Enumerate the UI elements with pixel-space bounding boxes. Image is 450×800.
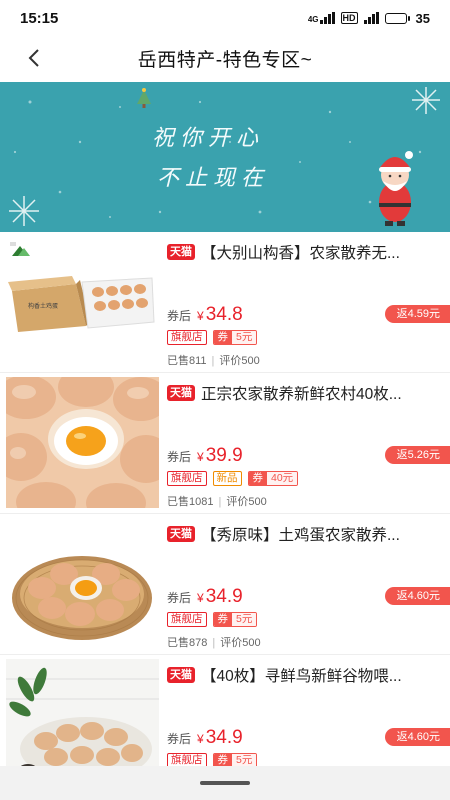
coupon-prefix: 券 [248,472,267,485]
status-icons: 4G HD 35 [308,11,430,26]
rebate-badge: 返4.60元 [384,728,450,746]
meta-divider: | [218,496,222,508]
coupon-badge[interactable]: 券 5元 [212,330,258,345]
product-info: 天猫 正宗农家散养新鲜农村40枚... 券后 ¥ 39.9 返5.26元 旗舰店… [167,373,450,514]
home-indicator[interactable] [0,766,450,800]
status-time: 15:15 [20,9,59,27]
product-image [6,377,159,508]
product-title[interactable]: 【40枚】寻鲜鸟新鲜谷物喂... [201,664,402,686]
coupon-value: 5元 [232,613,257,626]
store-tag: 旗舰店 [167,612,207,627]
promo-banner[interactable]: 祝你开心 不止现在 [0,82,450,232]
rebate-badge: 返4.60元 [384,587,450,605]
meta-divider: | [212,637,216,649]
coupon-badge[interactable]: 券 5元 [212,612,258,627]
coupon-prefix: 券 [213,331,232,344]
banner-line2: 不止现在 [157,166,270,191]
price-row: 券后 ¥ 34.9 [167,727,243,749]
status-bar: 15:15 4G HD 35 [0,0,450,36]
product-card[interactable]: 天猫 【秀原味】土鸡蛋农家散养... 券后 ¥ 34.9 返4.60元 旗舰店 … [0,514,450,655]
store-tag: 旗舰店 [167,471,207,486]
svg-text:构香土鸡蛋: 构香土鸡蛋 [28,302,58,310]
snowflake-icon [412,87,440,114]
product-price: 34.9 [205,727,243,748]
tag-row: 旗舰店 券 5元 [167,612,258,627]
home-bar [200,781,250,785]
after-coupon-label: 券后 [167,732,192,746]
after-coupon-label: 券后 [167,450,192,464]
product-title[interactable]: 正宗农家散养新鲜农村40枚... [201,382,402,404]
product-meta: 已售878 | 评价500 [167,634,261,650]
product-meta: 已售1081 | 评价500 [167,493,267,509]
product-title[interactable]: 【大别山构香】农家散养无... [201,241,400,263]
meta-divider: | [211,355,215,367]
banner-decoration [9,87,440,226]
coupon-badge[interactable]: 券 40元 [247,471,299,486]
price-row: 券后 ¥ 39.9 [167,445,243,467]
banner-line1: 祝你开心 [152,126,265,151]
currency-symbol: ¥ [197,591,204,605]
hd-label: HD [340,12,358,24]
network-label: 4G [307,15,319,24]
tag-row: 旗舰店 券 5元 [167,330,258,345]
coupon-prefix: 券 [213,613,232,626]
new-tag: 新品 [212,471,242,486]
tag-row: 旗舰店 新品 券 40元 [167,471,299,486]
product-info: 天猫 【大别山构香】农家散养无... 券后 ¥ 34.8 返4.59元 旗舰店 … [167,232,450,373]
product-list: 构香土鸡蛋 天猫 【大别山构香】农家散养无... 券后 ¥ 34.8 返4.59… [0,232,450,796]
chevron-left-icon [28,49,39,67]
platform-badge: 天猫 [167,667,195,683]
coupon-value: 5元 [232,331,257,344]
price-row: 券后 ¥ 34.9 [167,586,243,608]
after-coupon-label: 券后 [167,591,192,605]
nav-bar: 岳西特产-特色专区~ [0,36,450,80]
rebate-badge: 返5.26元 [384,446,450,464]
product-price: 34.9 [205,586,243,607]
review-count: 评价500 [226,496,267,508]
after-coupon-label: 券后 [167,309,192,323]
product-image: 构香土鸡蛋 [6,236,159,367]
santa-icon [379,151,413,226]
product-meta: 已售811 | 评价500 [167,352,260,368]
price-row: 券后 ¥ 34.8 [167,304,243,326]
product-info: 天猫 【秀原味】土鸡蛋农家散养... 券后 ¥ 34.9 返4.60元 旗舰店 … [167,514,450,655]
coupon-value: 40元 [267,472,298,485]
review-count: 评价500 [219,355,260,367]
snowflake-icon-left [9,196,39,226]
battery-percent: 35 [415,10,430,26]
platform-badge: 天猫 [167,244,195,260]
battery-icon [384,12,410,24]
currency-symbol: ¥ [197,732,204,746]
rebate-badge: 返4.59元 [384,305,450,323]
sold-count: 已售811 [167,355,207,367]
product-price: 39.9 [205,445,243,466]
product-price: 34.8 [205,304,243,325]
sold-count: 已售1081 [167,496,214,508]
platform-badge: 天猫 [167,385,195,401]
currency-symbol: ¥ [197,309,204,323]
hd-icon: HD [340,12,358,24]
christmas-tree-icon [137,88,151,108]
product-title[interactable]: 【秀原味】土鸡蛋农家散养... [201,523,400,545]
product-card[interactable]: 构香土鸡蛋 天猫 【大别山构香】农家散养无... 券后 ¥ 34.8 返4.59… [0,232,450,373]
signal-icon [363,12,379,24]
review-count: 评价500 [220,637,261,649]
platform-badge: 天猫 [167,526,195,542]
product-card[interactable]: 天猫 正宗农家散养新鲜农村40枚... 券后 ¥ 39.9 返5.26元 旗舰店… [0,373,450,514]
page-title: 岳西特产-特色专区~ [137,49,313,71]
store-tag: 旗舰店 [167,330,207,345]
product-image [6,518,159,649]
back-button[interactable] [18,42,50,74]
currency-symbol: ¥ [197,450,204,464]
network-icon: 4G [308,12,335,24]
sold-count: 已售878 [167,637,208,649]
